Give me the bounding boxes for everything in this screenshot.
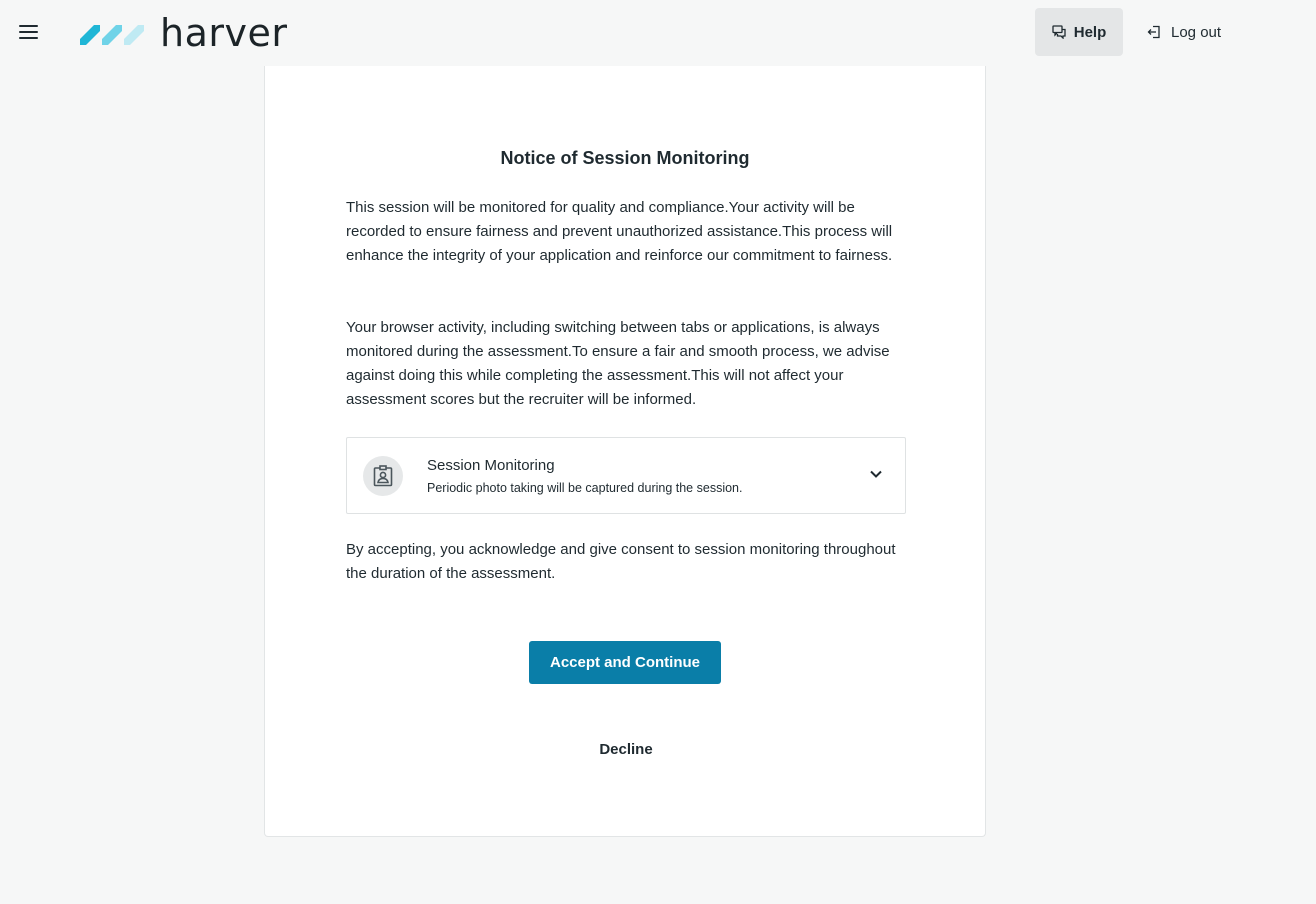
- top-header: harver Help Log out: [0, 0, 1316, 65]
- chat-bubbles-icon: [1052, 25, 1066, 39]
- accordion-title: Session Monitoring: [427, 457, 555, 474]
- help-label: Help: [1073, 23, 1107, 41]
- brand-logo[interactable]: harver: [80, 14, 290, 52]
- help-button[interactable]: Help: [1035, 8, 1123, 56]
- accordion-subtitle: Periodic photo taking will be captured d…: [427, 481, 743, 495]
- log-out-label: Log out: [1171, 23, 1222, 41]
- chevron-down-icon[interactable]: [867, 465, 885, 483]
- page-title: Notice of Session Monitoring: [500, 148, 750, 168]
- id-badge-icon: [363, 456, 403, 496]
- log-out-icon: [1147, 25, 1161, 39]
- brand-name: harver: [160, 11, 288, 55]
- hamburger-menu-icon[interactable]: [16, 20, 42, 44]
- session-monitoring-accordion[interactable]: Session Monitoring Periodic photo taking…: [346, 437, 906, 514]
- consent-text: By accepting, you acknowledge and give c…: [346, 541, 896, 582]
- decline-button[interactable]: Decline: [576, 736, 676, 762]
- session-monitoring-card: Notice of Session Monitoring This sessio…: [264, 66, 986, 837]
- browser-activity-description: Your browser activity, including switchi…: [346, 319, 890, 408]
- accept-and-continue-button[interactable]: Accept and Continue: [529, 641, 721, 684]
- monitoring-description: This session will be monitored for quali…: [346, 199, 893, 264]
- logo-stripes-icon: [80, 25, 144, 45]
- log-out-button[interactable]: Log out: [1143, 8, 1235, 56]
